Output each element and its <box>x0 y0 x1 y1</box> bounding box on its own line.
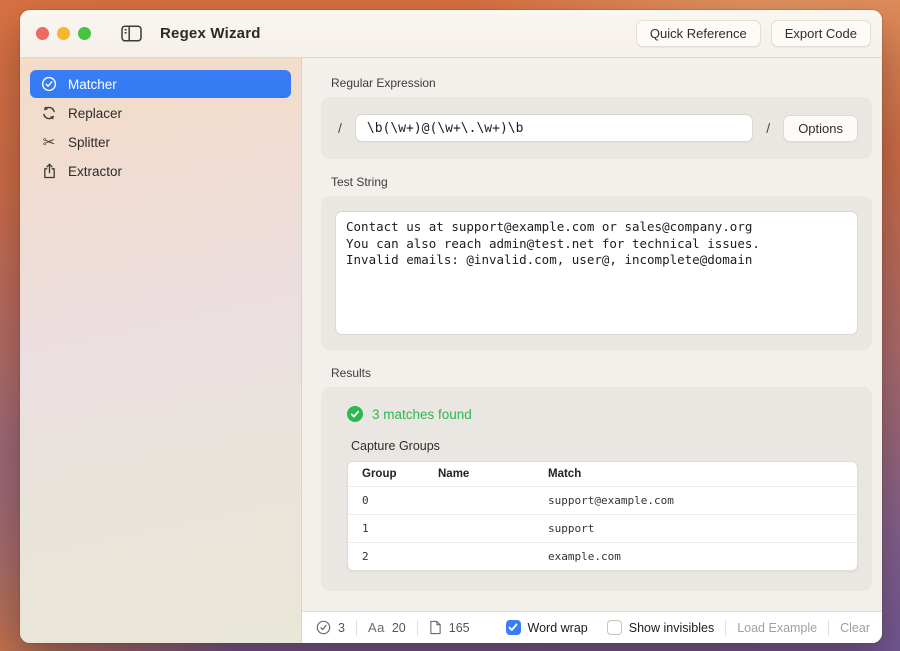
minimize-window-button[interactable] <box>57 27 70 40</box>
regex-pattern-input[interactable] <box>355 114 753 142</box>
regex-options-button[interactable]: Options <box>783 115 858 142</box>
checkmark-circle-icon <box>40 76 58 92</box>
test-string-textarea[interactable]: Contact us at support@example.com or sal… <box>335 211 858 335</box>
word-wrap-label: Word wrap <box>528 621 588 635</box>
regex-section-label: Regular Expression <box>331 76 872 90</box>
char-count-indicator: 165 <box>429 620 470 635</box>
cell-group: 0 <box>348 487 424 514</box>
status-bar: 3 Aa 20 165 <box>302 611 882 643</box>
sidebar-toggle-icon[interactable] <box>121 25 142 42</box>
sidebar-item-label: Splitter <box>68 135 110 150</box>
sidebar: Matcher Replacer ✂ Splitter <box>20 58 302 643</box>
word-wrap-checkbox[interactable] <box>506 620 521 635</box>
cell-match: support@example.com <box>534 487 857 514</box>
word-wrap-toggle[interactable]: Word wrap <box>506 620 588 635</box>
results-section-label: Results <box>331 366 872 380</box>
regex-group: / / Options <box>321 97 872 159</box>
regex-close-delimiter: / <box>763 120 773 136</box>
results-group: 3 matches found Capture Groups Group Nam… <box>321 387 872 591</box>
quick-reference-button[interactable]: Quick Reference <box>636 20 761 47</box>
font-size-indicator: Aa 20 <box>368 620 406 635</box>
share-icon <box>40 163 58 179</box>
cell-match: support <box>534 515 857 542</box>
font-size-icon: Aa <box>368 620 385 635</box>
statusbar-char-count: 165 <box>449 621 470 635</box>
swap-arrows-icon <box>40 105 58 121</box>
cell-name <box>424 515 534 542</box>
export-code-button[interactable]: Export Code <box>771 20 871 47</box>
sidebar-item-matcher[interactable]: Matcher <box>30 70 291 98</box>
statusbar-font-size: 20 <box>392 621 406 635</box>
table-header-name: Name <box>424 462 534 486</box>
scissors-icon: ✂ <box>40 135 58 150</box>
table-row[interactable]: 0 support@example.com <box>348 486 857 514</box>
checkmark-circle-outline-icon <box>316 620 331 635</box>
cell-match: example.com <box>534 543 857 570</box>
capture-groups-label: Capture Groups <box>351 439 858 453</box>
zoom-window-button[interactable] <box>78 27 91 40</box>
window-title: Regex Wizard <box>160 25 261 42</box>
show-invisibles-checkbox[interactable] <box>607 620 622 635</box>
table-header-group: Group <box>348 462 424 486</box>
close-window-button[interactable] <box>36 27 49 40</box>
capture-groups-table: Group Name Match 0 support@example.com 1 <box>347 461 858 571</box>
table-row[interactable]: 2 example.com <box>348 542 857 570</box>
regex-open-delimiter: / <box>335 120 345 136</box>
show-invisibles-toggle[interactable]: Show invisibles <box>607 620 714 635</box>
sidebar-item-label: Extractor <box>68 164 122 179</box>
sidebar-item-replacer[interactable]: Replacer <box>30 99 291 127</box>
main-content: Regular Expression / / Options Test Stri… <box>302 58 882 611</box>
match-count-indicator: 3 <box>316 620 345 635</box>
sidebar-item-label: Replacer <box>68 106 122 121</box>
sidebar-item-extractor[interactable]: Extractor <box>30 157 291 185</box>
app-window: Regex Wizard Quick Reference Export Code… <box>20 10 882 643</box>
table-header-match: Match <box>534 462 857 486</box>
match-status: 3 matches found <box>347 406 858 422</box>
titlebar: Regex Wizard Quick Reference Export Code <box>20 10 882 58</box>
document-icon <box>429 620 442 635</box>
cell-name <box>424 543 534 570</box>
clear-button[interactable]: Clear <box>840 621 870 635</box>
table-row[interactable]: 1 support <box>348 514 857 542</box>
show-invisibles-label: Show invisibles <box>629 621 714 635</box>
sidebar-item-splitter[interactable]: ✂ Splitter <box>30 128 291 156</box>
test-string-group: Contact us at support@example.com or sal… <box>321 196 872 350</box>
match-count-text: 3 matches found <box>372 407 472 422</box>
cell-name <box>424 487 534 514</box>
cell-group: 2 <box>348 543 424 570</box>
load-example-button[interactable]: Load Example <box>737 621 817 635</box>
success-check-icon <box>347 406 363 422</box>
statusbar-match-count: 3 <box>338 621 345 635</box>
sidebar-item-label: Matcher <box>68 77 117 92</box>
cell-group: 1 <box>348 515 424 542</box>
traffic-lights <box>36 27 91 40</box>
test-string-section-label: Test String <box>331 175 872 189</box>
table-header-row: Group Name Match <box>348 462 857 486</box>
